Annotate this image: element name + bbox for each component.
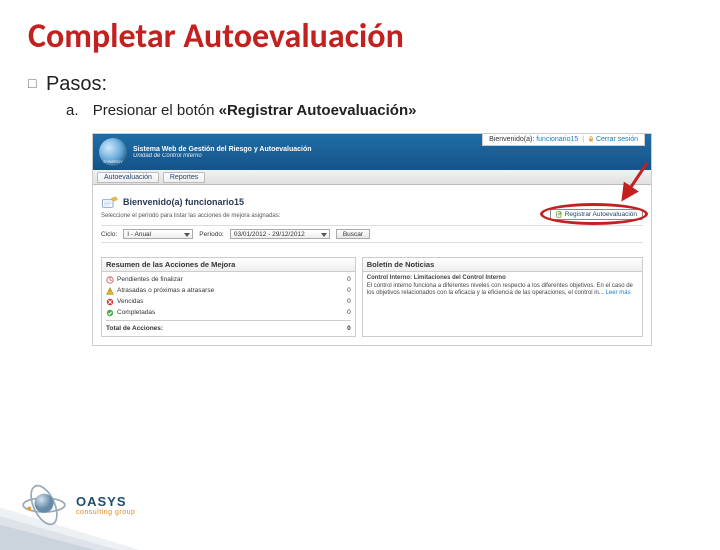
summary-label-3: Completadas	[117, 309, 155, 316]
warn-icon	[106, 287, 114, 295]
summary-title: Resumen de las Acciones de Mejora	[102, 258, 355, 272]
welcome-row: Bienvenido(a) funcionario15	[101, 195, 643, 209]
summary-total-label: Total de Acciones:	[106, 325, 163, 332]
app-header-text: Sistema Web de Gestión del Riesgo y Auto…	[133, 146, 312, 159]
app-body: Bienvenido(a) funcionario15 Seleccione e…	[93, 185, 651, 251]
periodo-select[interactable]: 03/01/2012 - 29/12/2012	[230, 229, 330, 239]
summary-label-2: Vencidas	[117, 298, 143, 305]
synergy-logo: SYNERGY	[99, 138, 127, 166]
pencil-icon	[101, 195, 119, 209]
ciclo-select[interactable]: I - Anual	[123, 229, 193, 239]
summary-panel: Resumen de las Acciones de Mejora Pendie…	[101, 257, 356, 337]
news-body: Control Interno: Limitaciones del Contro…	[363, 272, 642, 301]
summary-label-0: Pendientes de finalizar	[117, 276, 183, 283]
summary-list: Pendientes de finalizar 0 Atrasadas o pr…	[102, 272, 355, 336]
embedded-screenshot: SYNERGY Sistema Web de Gestión del Riesg…	[92, 133, 652, 346]
synergy-label: SYNERGY	[103, 159, 123, 164]
summary-value-3: 0	[347, 309, 351, 316]
welcome-title: Bienvenido(a) funcionario15	[123, 197, 244, 207]
summary-row-expired: Vencidas 0	[106, 296, 351, 307]
news-text: El control interno funciona a diferentes…	[367, 283, 633, 297]
note-icon	[556, 211, 563, 218]
news-subject: Control Interno: Limitaciones del Contro…	[367, 275, 506, 281]
filters-row: Ciclo: I - Anual Período: 03/01/2012 - 2…	[101, 225, 643, 243]
periodo-label: Período:	[199, 231, 224, 238]
step-a-pre: Presionar el botón	[93, 102, 219, 119]
summary-row-late: Atrasadas o próximas a atrasarse 0	[106, 285, 351, 296]
tab-autoevaluacion[interactable]: Autoevaluación	[97, 172, 159, 183]
news-title: Boletín de Noticias	[363, 258, 642, 272]
footer-brand: OASYS	[76, 494, 135, 509]
summary-row-done: Completadas 0	[106, 307, 351, 318]
summary-label-1: Atrasadas o próximas a atrasarse	[117, 287, 214, 294]
summary-total-value: 0	[347, 325, 351, 332]
summary-value-0: 0	[347, 276, 351, 283]
summary-value-2: 0	[347, 298, 351, 305]
steps-heading: □ Pasos:	[0, 65, 720, 96]
registrar-button-label: Registrar Autoevaluación	[565, 211, 637, 218]
steps-label: Pasos:	[46, 73, 107, 95]
bottom-panels: Resumen de las Acciones de Mejora Pendie…	[93, 251, 651, 345]
oasys-logo-icon	[18, 484, 70, 526]
app-tabs: Autoevaluación Reportes	[93, 170, 651, 185]
welcome-user-prefix: Bienvenido(a):	[489, 136, 536, 143]
step-a: a. Presionar el botón «Registrar Autoeva…	[0, 96, 720, 129]
app-header: SYNERGY Sistema Web de Gestión del Riesg…	[93, 134, 651, 170]
ciclo-label: Ciclo:	[101, 231, 117, 238]
app-header-subtitle: Unidad de Control Interno	[133, 153, 312, 159]
step-a-letter: a.	[66, 102, 79, 119]
clock-red-icon	[106, 276, 114, 284]
app-header-right: Bienvenido(a): funcionario15 | Cerrar se…	[482, 134, 645, 146]
buscar-button[interactable]: Buscar	[336, 229, 370, 239]
summary-value-1: 0	[347, 287, 351, 294]
x-red-icon	[106, 298, 114, 306]
check-green-icon	[106, 309, 114, 317]
summary-total-row: Total de Acciones: 0	[106, 323, 351, 334]
footer-text: OASYS consulting group	[76, 494, 135, 516]
news-panel: Boletín de Noticias Control Interno: Lim…	[362, 257, 643, 337]
slide-title: Completar Autoevaluación	[0, 0, 720, 65]
lock-icon	[588, 136, 594, 142]
footer-logo: OASYS consulting group	[18, 484, 135, 526]
divider	[106, 320, 351, 321]
summary-row-pending: Pendientes de finalizar 0	[106, 274, 351, 285]
news-read-more-link[interactable]: Leer más	[606, 290, 631, 296]
welcome-user-link[interactable]: funcionario15	[536, 136, 578, 143]
tab-reportes[interactable]: Reportes	[163, 172, 205, 183]
logout-link[interactable]: Cerrar sesión	[596, 136, 638, 143]
step-a-bold: «Registrar Autoevaluación»	[219, 102, 417, 119]
app-header-title: Sistema Web de Gestión del Riesgo y Auto…	[133, 146, 312, 153]
bullet-icon: □	[28, 77, 36, 93]
footer-tagline: consulting group	[76, 509, 135, 516]
registrar-autoevaluacion-button[interactable]: Registrar Autoevaluación	[550, 209, 643, 220]
separator: |	[582, 136, 584, 143]
